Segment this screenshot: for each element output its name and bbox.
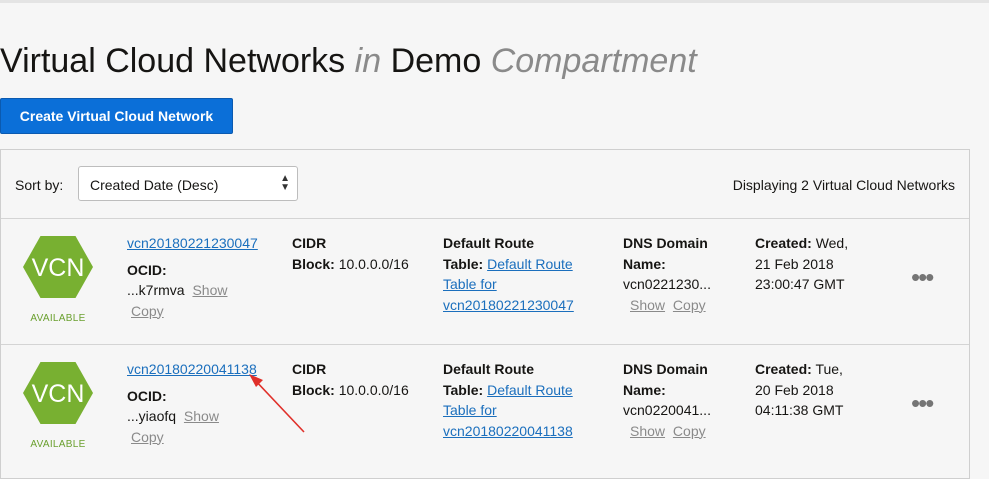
dns-name-label: Name:: [623, 255, 666, 272]
cidr-value: 10.0.0.0/16: [338, 381, 409, 398]
created-day: Wed,: [815, 235, 849, 251]
ocid-show-link[interactable]: Show: [184, 408, 219, 424]
ocid-copy-link[interactable]: Copy: [131, 429, 164, 445]
page-title-main: Virtual Cloud Networks: [0, 42, 346, 80]
top-divider: [0, 0, 989, 3]
dns-value: vcn0221230...: [623, 276, 711, 292]
route-label: Default Route: [443, 235, 534, 251]
vcn-icon-label: VCN: [32, 380, 85, 408]
route-table-link-name[interactable]: vcn20180221230047: [443, 297, 574, 313]
compartment-name: Demo: [390, 42, 482, 80]
vcn-row: VCN AVAILABLE vcn20180220041138 OCID: ..…: [1, 345, 969, 471]
select-arrows-icon: ▲ ▼: [280, 173, 290, 193]
dns-label: DNS Domain: [623, 361, 708, 377]
ocid-copy-link[interactable]: Copy: [131, 303, 164, 319]
dns-name-label: Name:: [623, 381, 666, 398]
created-time: 04:11:38 GMT: [755, 402, 844, 418]
vcn-hexagon-icon: VCN: [23, 362, 93, 424]
sort-select-value: Created Date (Desc): [90, 177, 219, 193]
dns-show-link[interactable]: Show: [630, 423, 665, 439]
vcn-name-link[interactable]: vcn20180220041138: [127, 361, 257, 377]
vcn-hexagon-icon: VCN: [23, 236, 93, 298]
cidr-column: CIDR Block: 10.0.0.0/16: [292, 359, 432, 400]
dns-copy-link[interactable]: Copy: [673, 423, 706, 439]
ocid-value: ...yiaofq: [127, 408, 177, 424]
route-table-link[interactable]: Default Route: [487, 382, 573, 398]
status-badge: AVAILABLE: [30, 439, 86, 450]
route-table-link-name[interactable]: vcn20180220041138: [443, 423, 573, 439]
ocid-value: ...k7rmva: [127, 282, 185, 298]
vcn-list-panel: Sort by: Created Date (Desc) ▲ ▼ Displayi…: [0, 149, 970, 479]
dns-column: DNS Domain Name: vcn0221230... Show Copy: [623, 233, 743, 315]
page-title: Virtual Cloud Networks in Demo Compartme…: [0, 40, 697, 82]
cidr-block-label: Block:: [292, 255, 335, 272]
compartment-word: Compartment: [490, 42, 697, 80]
route-table-label: Table:: [443, 255, 484, 272]
more-actions-icon[interactable]: •••: [911, 264, 934, 290]
created-label: Created:: [755, 235, 812, 251]
create-vcn-button[interactable]: Create Virtual Cloud Network: [0, 98, 233, 134]
sort-select[interactable]: Created Date (Desc) ▲ ▼: [78, 166, 298, 201]
ocid-show-link[interactable]: Show: [192, 282, 227, 298]
route-table-link-cont[interactable]: Table for: [443, 402, 497, 418]
dns-show-link[interactable]: Show: [630, 297, 665, 313]
page-title-in: in: [354, 42, 382, 80]
vcn-name-column: vcn20180221230047 OCID: ...k7rmva Show C…: [127, 233, 277, 321]
vcn-row: VCN AVAILABLE vcn20180221230047 OCID: ..…: [1, 219, 969, 345]
cidr-block-label: Block:: [292, 381, 335, 398]
created-column: Created: Wed, 21 Feb 2018 23:00:47 GMT: [755, 233, 895, 295]
created-date: 20 Feb 2018: [755, 381, 834, 398]
status-badge: AVAILABLE: [30, 313, 86, 324]
display-count: Displaying 2 Virtual Cloud Networks: [732, 177, 955, 193]
route-table-label: Table:: [443, 381, 484, 398]
dns-label: DNS Domain: [623, 235, 708, 251]
more-actions-icon[interactable]: •••: [911, 390, 934, 416]
route-table-column: Default Route Table: Default Route Table…: [443, 233, 603, 315]
cidr-value: 10.0.0.0/16: [338, 255, 409, 272]
route-label: Default Route: [443, 361, 534, 377]
route-table-column: Default Route Table: Default Route Table…: [443, 359, 603, 441]
cidr-label: CIDR: [292, 361, 327, 377]
created-label: Created:: [755, 361, 812, 377]
created-time: 23:00:47 GMT: [755, 276, 845, 292]
created-date: 21 Feb 2018: [755, 255, 834, 272]
cidr-column: CIDR Block: 10.0.0.0/16: [292, 233, 432, 274]
route-table-link[interactable]: Default Route: [487, 256, 573, 272]
sort-label: Sort by:: [15, 177, 64, 193]
created-column: Created: Tue, 20 Feb 2018 04:11:38 GMT: [755, 359, 895, 421]
vcn-name-link[interactable]: vcn20180221230047: [127, 235, 258, 251]
dns-column: DNS Domain Name: vcn0220041... Show Copy: [623, 359, 743, 441]
dns-copy-link[interactable]: Copy: [673, 297, 706, 313]
cidr-label: CIDR: [292, 235, 327, 251]
vcn-icon-label: VCN: [32, 254, 85, 282]
ocid-label: OCID:: [127, 387, 167, 404]
vcn-name-column: vcn20180220041138 OCID: ...yiaofq Show C…: [127, 359, 277, 447]
dns-value: vcn0220041...: [623, 402, 711, 418]
ocid-label: OCID:: [127, 261, 167, 278]
created-day: Tue,: [815, 361, 843, 377]
route-table-link-cont[interactable]: Table for: [443, 276, 497, 292]
list-toolbar: Sort by: Created Date (Desc) ▲ ▼ Displayi…: [1, 150, 969, 219]
